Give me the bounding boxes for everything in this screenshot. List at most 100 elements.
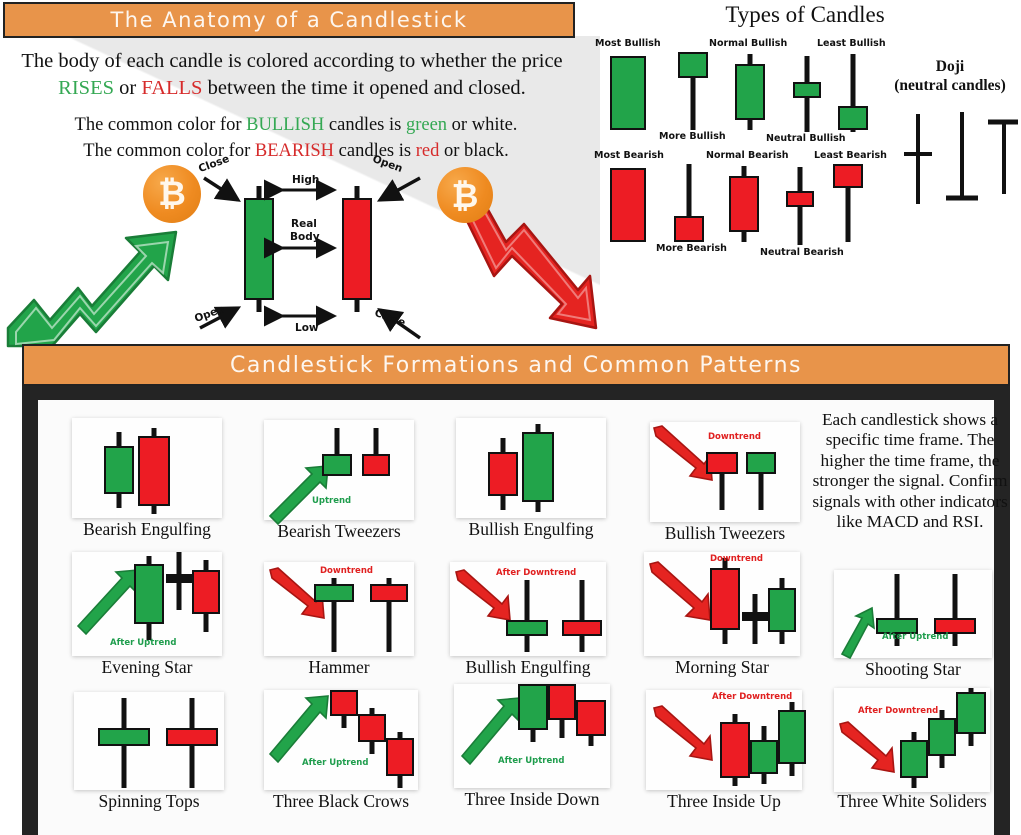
trend-label: Downtrend — [320, 566, 373, 576]
trend-label: Downtrend — [710, 554, 763, 564]
banner-anatomy-title: The Anatomy of a Candlestick — [3, 2, 575, 38]
label-neutral-bearish: Neutral Bearish — [760, 247, 844, 258]
candle-bullish — [134, 556, 164, 640]
pattern-figure — [74, 692, 224, 790]
pattern-card-spinning-tops[interactable]: Spinning Tops — [74, 692, 224, 816]
uptrend-arrow-icon — [76, 569, 139, 636]
candle-neutral-bearish — [786, 167, 814, 245]
trend-label: Downtrend — [708, 432, 761, 442]
candle-doji — [166, 552, 192, 610]
candle-bearish — [562, 580, 602, 652]
candle-bullish — [522, 424, 554, 512]
candle-bullish-last — [778, 702, 806, 776]
pattern-card-three-inside-down[interactable]: After Uptrend Three Inside Down — [454, 684, 610, 814]
pattern-label: Bullish Tweezers — [664, 523, 786, 543]
pattern-card-evening-star[interactable]: After Uptrend Evening Star — [72, 552, 222, 682]
pattern-figure: After Uptrend — [72, 552, 222, 656]
label-normal-bearish: Normal Bearish — [706, 150, 789, 161]
doji-title-line1: Doji — [935, 58, 965, 75]
pattern-label: Spinning Tops — [98, 791, 200, 811]
intro-line1-a: The body of each candle is colored accor… — [21, 50, 563, 72]
uptrend-arrow-icon — [268, 695, 329, 764]
candle-bullish-inside — [750, 726, 778, 784]
bitcoin-logo-right: ₿ — [437, 167, 493, 223]
bitcoin-logo-left: ₿ — [143, 165, 201, 223]
candle-most-bearish — [610, 168, 646, 242]
candle-bullish — [768, 578, 796, 644]
candle-bearish — [710, 558, 740, 644]
candle-more-bearish — [674, 164, 704, 242]
pattern-card-bearish-tweezers[interactable]: Uptrend Bearish Tweezers — [264, 420, 414, 548]
intro-line2-c: or white. — [447, 115, 518, 135]
info-text-block: Each candlestick shows a specific time f… — [812, 410, 1008, 532]
candle-bearish — [706, 452, 738, 510]
intro-line2-b: candles is — [324, 115, 406, 135]
candle-bearish — [138, 428, 170, 514]
label-most-bearish: Most Bearish — [594, 150, 664, 161]
label-least-bearish: Least Bearish — [814, 150, 887, 161]
candle-bullish — [104, 432, 134, 508]
candle-bearish-spinning — [166, 698, 218, 788]
pattern-figure: After Uptrend — [454, 684, 610, 788]
candlestick-anatomy-diagram: Close Open High Real Body Open Close Low — [193, 153, 428, 345]
intro-paragraph-2: The common color for BULLISH candles is … — [8, 112, 584, 165]
pattern-figure: After Downtrend — [834, 688, 990, 792]
candle-most-bullish — [610, 56, 646, 130]
anatomy-label-high: High — [292, 174, 320, 186]
candle-bearish — [720, 714, 750, 786]
pattern-label: Evening Star — [101, 657, 193, 677]
pattern-card-three-white-soldiers[interactable]: After Downtrend Three White Soliders — [834, 688, 990, 834]
label-more-bullish: More Bullish — [659, 131, 726, 142]
candle-bearish-last — [576, 700, 606, 746]
candle-bearish-hammer — [370, 578, 408, 652]
candle-bullish-spinning — [98, 698, 150, 788]
pattern-card-hammer[interactable]: Downtrend Hammer — [264, 562, 414, 682]
intro-bullish: BULLISH — [246, 115, 325, 135]
pattern-card-bullish-engulfing-2[interactable]: After Downtrend Bullish Engulfing — [450, 562, 606, 682]
pattern-figure — [72, 418, 222, 518]
pattern-card-bullish-engulfing-1[interactable]: Bullish Engulfing — [456, 418, 606, 546]
candle-bearish-3 — [386, 732, 414, 788]
candle-bullish-hammer — [314, 578, 354, 652]
intro-falls: FALLS — [141, 77, 203, 100]
candle-bearish-1 — [330, 690, 358, 728]
pattern-figure: After Downtrend — [450, 562, 606, 656]
intro-red: red — [415, 141, 440, 162]
intro-green: green — [405, 115, 448, 135]
trend-label: Uptrend — [312, 496, 352, 506]
label-more-bearish: More Bearish — [656, 243, 727, 254]
pattern-card-morning-star[interactable]: Downtrend Morning Star — [644, 552, 800, 682]
pattern-label: Three White Soliders — [837, 791, 987, 811]
candle-bearish — [362, 428, 390, 476]
trend-label: After Uptrend — [110, 638, 177, 648]
candle-bearish-inside — [548, 684, 576, 738]
candle-bullish — [506, 580, 548, 652]
intro-or: or — [114, 77, 142, 100]
trend-label: After Uptrend — [302, 758, 369, 768]
intro-rises: RISES — [58, 77, 114, 100]
candle-normal-bullish — [735, 54, 765, 130]
anatomy-label-real: Real — [291, 218, 317, 230]
infographic-root: The Anatomy of a Candlestick The body of… — [0, 0, 1021, 835]
trend-label: After Uptrend — [498, 756, 565, 766]
intro-bearish: BEARISH — [254, 141, 335, 162]
pattern-card-bearish-engulfing[interactable]: Bearish Engulfing — [72, 418, 222, 546]
intro-line3-c: or black. — [439, 141, 509, 162]
pattern-label: Bearish Tweezers — [277, 521, 401, 541]
types-of-candles-title: Types of Candles — [725, 2, 885, 27]
pattern-label: Hammer — [308, 657, 370, 677]
pattern-figure: Downtrend — [650, 422, 800, 522]
candle-least-bearish — [833, 164, 863, 242]
candle-bullish — [746, 452, 776, 510]
candle-bullish-3 — [956, 688, 986, 746]
pattern-card-shooting-star[interactable]: After Uptrend Shooting Star — [834, 570, 992, 688]
pattern-card-bullish-tweezers[interactable]: Downtrend Bullish Tweezers — [650, 422, 800, 550]
trend-label: After Uptrend — [882, 632, 949, 642]
downtrend-arrow-icon — [653, 705, 713, 761]
intro-line2-a: The common color for — [74, 115, 247, 135]
candle-bearish — [488, 438, 518, 510]
pattern-label: Shooting Star — [865, 659, 961, 679]
trend-label: After Downtrend — [496, 568, 577, 578]
pattern-card-three-black-crows[interactable]: After Uptrend Three Black Crows — [264, 690, 418, 816]
pattern-card-three-inside-up[interactable]: After Downtrend Three Inside Up — [646, 690, 806, 816]
